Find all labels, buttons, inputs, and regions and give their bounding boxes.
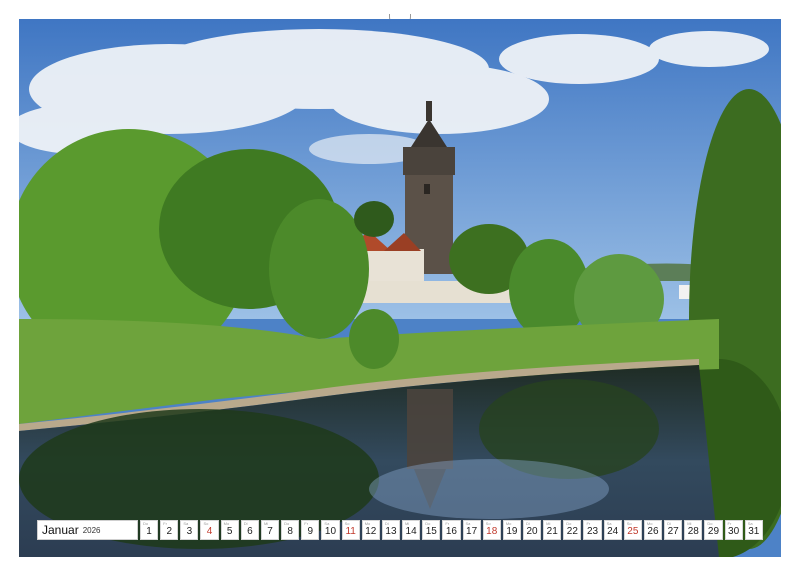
day-cell: Do 22 [563, 520, 582, 540]
day-cell: Sa 31 [744, 520, 763, 540]
day-number: 21 [546, 526, 558, 537]
day-number: 11 [345, 526, 356, 537]
day-cell: Mi 7 [260, 520, 280, 540]
day-cell: Sa 24 [603, 520, 622, 540]
day-number: 3 [186, 526, 193, 537]
day-cell: Do 29 [704, 520, 723, 540]
day-cell: Fr 30 [724, 520, 743, 540]
day-cell: Mi 21 [543, 520, 562, 540]
day-number: 23 [586, 526, 599, 537]
day-cell: Sa 3 [180, 520, 199, 540]
calendar-strip: Januar 2026 Do 1 Fr 2 Sa 3 So 4 Mo 5 Di 6 Mi 7 Do 8 Fr 9 S… [37, 520, 763, 540]
day-number: 31 [748, 526, 760, 537]
day-cell: Fr 9 [301, 520, 320, 540]
day-cell: So 18 [482, 520, 501, 540]
day-number: 7 [267, 526, 273, 537]
month-name: Januar [42, 523, 79, 537]
day-cell: Do 15 [422, 520, 441, 540]
day-cell: Do 1 [140, 520, 159, 540]
day-number: 10 [324, 526, 337, 537]
day-number: 5 [226, 526, 233, 537]
day-number: 17 [466, 526, 478, 537]
day-cell: Sa 10 [321, 520, 340, 540]
day-cell: Di 13 [381, 520, 401, 540]
day-number: 12 [365, 526, 377, 537]
day-cell: Mi 14 [402, 520, 421, 540]
day-cell: Mo 19 [502, 520, 521, 540]
day-number: 4 [206, 526, 213, 537]
day-number: 26 [647, 526, 659, 537]
day-number: 13 [385, 526, 397, 537]
landscape-photo [19, 19, 781, 557]
day-number: 14 [405, 526, 417, 537]
day-number: 20 [526, 526, 538, 537]
day-number: 28 [687, 526, 699, 537]
day-number: 24 [607, 526, 619, 537]
day-number: 30 [728, 526, 740, 537]
day-cell: Mo 26 [643, 520, 663, 540]
day-cell: Do 8 [281, 520, 300, 540]
day-cell: So 25 [623, 520, 642, 540]
day-cell: Mo 5 [220, 520, 239, 540]
day-number: 18 [486, 526, 498, 537]
day-number: 25 [627, 526, 639, 537]
day-cell: Fr 23 [583, 520, 602, 540]
day-number: 15 [425, 526, 437, 537]
day-number: 16 [445, 526, 457, 537]
year: 2026 [82, 525, 101, 535]
day-number: 29 [707, 526, 720, 537]
day-number: 9 [307, 526, 314, 537]
day-cell: Di 27 [664, 520, 683, 540]
month-label-box: Januar 2026 [37, 520, 138, 540]
day-number: 27 [667, 526, 679, 537]
day-number: 6 [247, 526, 253, 537]
day-cell: Sa 17 [462, 520, 481, 540]
day-cell: Mo 12 [361, 520, 380, 540]
day-cell: Fr 2 [160, 520, 179, 540]
day-number: 1 [146, 526, 152, 537]
day-number: 8 [287, 526, 293, 537]
day-number: 19 [506, 526, 518, 537]
day-cell: Di 6 [240, 520, 259, 540]
day-number: 2 [166, 526, 173, 537]
day-cells: Do 1 Fr 2 Sa 3 So 4 Mo 5 Di 6 Mi 7 Do 8 Fr 9 Sa 10 So 11 Mo 12 D… [140, 520, 763, 540]
day-cell: Fr 16 [442, 520, 461, 540]
day-cell: So 4 [200, 520, 219, 540]
day-cell: Mi 28 [684, 520, 703, 540]
day-cell: So 11 [341, 520, 360, 540]
day-number: 22 [566, 526, 578, 537]
day-cell: Di 20 [522, 520, 542, 540]
